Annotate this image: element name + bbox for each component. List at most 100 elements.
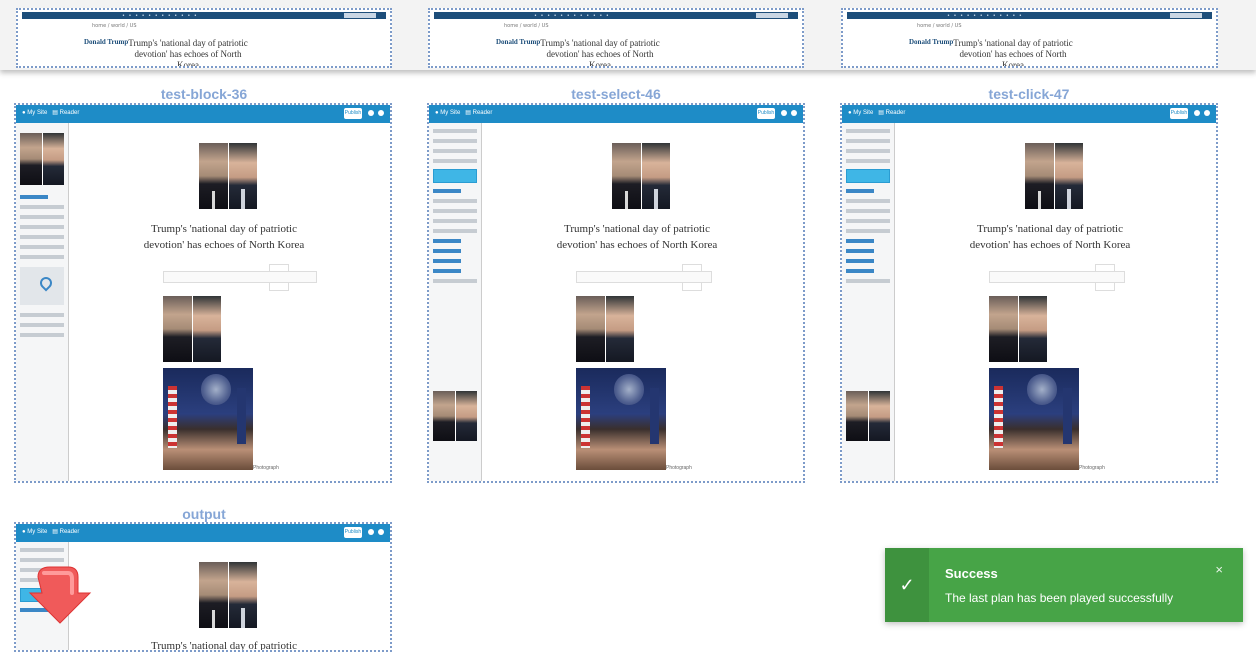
sidebar-line xyxy=(20,313,64,317)
editor-topbar: ● My Site ▤ Reader Publish xyxy=(429,105,803,123)
sidebar-line xyxy=(20,195,48,199)
sidebar-line xyxy=(433,189,461,193)
tag-chip[interactable] xyxy=(846,259,874,263)
notifications-icon xyxy=(378,110,384,116)
article-title[interactable]: Trump's 'national day of patriotic devot… xyxy=(139,221,309,253)
panel-test-click-47[interactable]: ● My Site ▤ Reader Publish Trump's 'natio… xyxy=(840,103,1218,483)
editor-sidebar xyxy=(429,123,482,481)
publish-button[interactable]: Publish xyxy=(757,108,775,119)
panel-test-select-46[interactable]: ● My Site ▤ Reader Publish Trump's 'natio… xyxy=(427,103,805,483)
editor-topbar: ● My Site ▤ Reader Publish xyxy=(16,524,390,542)
editor-canvas: Trump's 'national day of patriotic xyxy=(69,542,390,650)
avatar xyxy=(368,529,374,535)
sidebar-line xyxy=(846,129,890,133)
panel-title: test-select-46 xyxy=(571,86,661,102)
featured-image xyxy=(612,143,670,209)
sidebar-line xyxy=(20,215,64,219)
tag-chip[interactable] xyxy=(846,239,874,243)
article-title[interactable]: Trump's 'national day of patriotic devot… xyxy=(552,221,722,253)
sidebar-line xyxy=(846,229,890,233)
editor-tabs[interactable] xyxy=(1095,260,1135,291)
location-pin-icon xyxy=(37,274,55,292)
sidebar-line xyxy=(20,225,64,229)
notifications-icon xyxy=(1204,110,1210,116)
content-image xyxy=(163,296,221,362)
publish-toggle[interactable] xyxy=(433,169,477,183)
publish-button[interactable]: Publish xyxy=(344,527,362,538)
editor-topbar: ● My Site ▤ Reader Publish xyxy=(16,105,390,123)
sidebar-line xyxy=(433,159,477,163)
editor-tabs[interactable] xyxy=(269,260,309,291)
location-map xyxy=(20,267,64,305)
tag-chip[interactable] xyxy=(846,249,874,253)
publish-button[interactable]: Publish xyxy=(344,108,362,119)
thumbnail-image xyxy=(846,391,890,441)
tag-chip[interactable] xyxy=(433,259,461,263)
breadcrumb: home / world / US xyxy=(917,23,962,29)
sidebar-line xyxy=(433,279,477,283)
sidebar-line xyxy=(846,139,890,143)
sidebar-line xyxy=(433,229,477,233)
format-toolbar[interactable] xyxy=(163,271,317,283)
sidebar-line xyxy=(20,333,64,337)
featured-image xyxy=(199,562,257,628)
top-frame-2: • • • • • • • • • • • • home / world / U… xyxy=(428,8,804,68)
article-tag: Donald Trump xyxy=(496,38,541,46)
toast-message: The last plan has been played successful… xyxy=(945,591,1174,605)
top-frame-1: • • • • • • • • • • • • home / world / U… xyxy=(16,8,392,68)
article-title[interactable]: Trump's 'national day of patriotic xyxy=(139,638,309,650)
sidebar-line xyxy=(20,558,64,562)
editor-tabs[interactable] xyxy=(682,260,722,291)
site-nav: • • • • • • • • • • • • xyxy=(22,12,386,19)
sidebar-line xyxy=(20,235,64,239)
press-room-image xyxy=(576,368,666,470)
featured-image xyxy=(1025,143,1083,209)
article-tag: Donald Trump xyxy=(909,38,954,46)
format-toolbar[interactable] xyxy=(576,271,712,283)
avatar xyxy=(781,110,787,116)
publish-toggle[interactable] xyxy=(846,169,890,183)
sidebar-line xyxy=(433,149,477,153)
notifications-icon xyxy=(378,529,384,535)
sidebar-line xyxy=(846,279,890,283)
editor-canvas: Trump's 'national day of patriotic devot… xyxy=(482,123,803,481)
sidebar-line xyxy=(846,159,890,163)
avatar xyxy=(1194,110,1200,116)
article-tag: Donald Trump xyxy=(84,38,129,46)
article-headline: Trump's 'national day of patriotic devot… xyxy=(128,38,248,68)
panel-title: output xyxy=(182,506,226,522)
checkmark-icon: ✓ xyxy=(885,548,929,622)
press-room-image xyxy=(989,368,1079,470)
thumbnail-image xyxy=(433,391,477,441)
success-toast: ✓ Success The last plan has been played … xyxy=(885,548,1243,622)
editor-sidebar xyxy=(842,123,895,481)
article-title[interactable]: Trump's 'national day of patriotic devot… xyxy=(965,221,1135,253)
article-headline: Trump's 'national day of patriotic devot… xyxy=(540,38,660,68)
notifications-icon xyxy=(791,110,797,116)
thumbnail-image xyxy=(20,133,64,185)
editor-topbar: ● My Site ▤ Reader Publish xyxy=(842,105,1216,123)
sidebar-line xyxy=(433,139,477,143)
site-nav: • • • • • • • • • • • • xyxy=(847,12,1212,19)
press-room-image xyxy=(163,368,253,470)
sidebar-line xyxy=(20,255,64,259)
editor-sidebar xyxy=(16,123,69,481)
sidebar-line xyxy=(846,209,890,213)
featured-image xyxy=(199,143,257,209)
breadcrumb: home / world / US xyxy=(504,23,549,29)
publish-button[interactable]: Publish xyxy=(1170,108,1188,119)
image-credit: Photograph xyxy=(1079,465,1105,471)
sidebar-line xyxy=(20,205,64,209)
editor-canvas: Trump's 'national day of patriotic devot… xyxy=(69,123,390,481)
sidebar-line xyxy=(433,129,477,133)
tag-chip[interactable] xyxy=(846,269,874,273)
tag-chip[interactable] xyxy=(433,269,461,273)
close-icon[interactable]: × xyxy=(1215,562,1223,577)
tag-chip[interactable] xyxy=(433,249,461,253)
breadcrumb: home / world / US xyxy=(92,23,137,29)
panel-title: test-click-47 xyxy=(988,86,1070,102)
content-image xyxy=(989,296,1047,362)
tag-chip[interactable] xyxy=(433,239,461,243)
format-toolbar[interactable] xyxy=(989,271,1125,283)
panel-test-block-36[interactable]: ● My Site ▤ Reader Publish Trump's 'natio… xyxy=(14,103,392,483)
